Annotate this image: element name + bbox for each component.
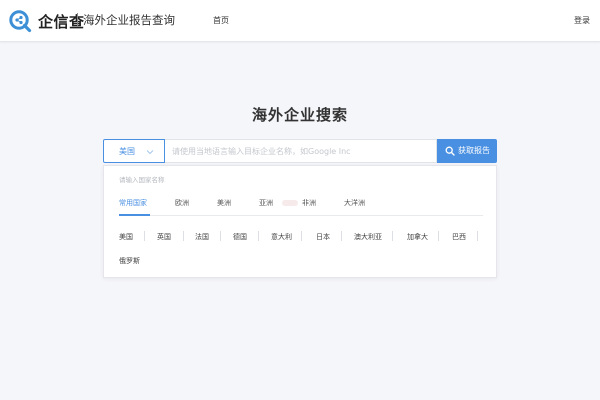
country-select[interactable]: 美国 — [103, 139, 165, 163]
country-separator — [438, 231, 439, 241]
top-header: 企信查 海外企业报告查询 首页 登录 — [0, 0, 600, 42]
tab-americas[interactable]: 美洲 — [217, 198, 231, 208]
country-item-usa[interactable]: 美国 — [119, 232, 133, 242]
country-item-germany[interactable]: 德国 — [233, 232, 247, 242]
country-separator — [144, 231, 145, 241]
logo-icon[interactable] — [8, 9, 32, 33]
country-separator — [258, 231, 259, 241]
company-search-input[interactable] — [165, 139, 437, 163]
country-item-japan[interactable]: 日本 — [316, 232, 330, 242]
country-item-uk[interactable]: 英国 — [157, 232, 171, 242]
region-divider — [119, 215, 483, 216]
country-item-france[interactable]: 法国 — [195, 232, 209, 242]
country-filter-input[interactable]: 请输入国家名称 — [119, 174, 165, 184]
country-item-brazil[interactable]: 巴西 — [452, 232, 466, 242]
nav-home-link[interactable]: 首页 — [213, 15, 229, 26]
country-separator — [183, 231, 184, 241]
country-separator — [220, 231, 221, 241]
search-bar: 美国 获取报告 — [103, 139, 497, 163]
search-icon — [445, 146, 455, 156]
active-tab-indicator — [119, 214, 150, 216]
watermark-icon — [282, 200, 298, 206]
country-item-canada[interactable]: 加拿大 — [407, 232, 428, 242]
brand-divider — [77, 13, 78, 27]
tab-oceania[interactable]: 大洋洲 — [344, 198, 365, 208]
country-dropdown: 请输入国家名称 常用国家 欧洲 美洲 亚洲 非洲 大洋洲 美国 英国 法国 德国… — [103, 165, 497, 278]
brand-subtitle: 海外企业报告查询 — [83, 13, 175, 27]
chevron-down-icon — [146, 150, 154, 155]
tab-africa[interactable]: 非洲 — [302, 198, 316, 208]
country-separator — [341, 231, 342, 241]
region-tabs: 常用国家 欧洲 美洲 亚洲 非洲 大洋洲 — [119, 198, 483, 216]
country-separator — [301, 231, 302, 241]
page-title: 海外企业搜索 — [251, 106, 348, 124]
tab-common-countries[interactable]: 常用国家 — [119, 198, 147, 208]
selected-country: 美国 — [119, 147, 135, 156]
get-report-label: 获取报告 — [458, 146, 490, 155]
country-item-russia[interactable]: 俄罗斯 — [119, 256, 140, 266]
country-item-italy[interactable]: 意大利 — [271, 232, 292, 242]
country-separator — [392, 231, 393, 241]
country-item-australia[interactable]: 澳大利亚 — [354, 232, 382, 242]
country-separator — [477, 231, 478, 241]
tab-asia[interactable]: 亚洲 — [259, 198, 273, 208]
nav-login-link[interactable]: 登录 — [574, 15, 590, 26]
get-report-button[interactable]: 获取报告 — [437, 139, 497, 163]
tab-europe[interactable]: 欧洲 — [175, 198, 189, 208]
